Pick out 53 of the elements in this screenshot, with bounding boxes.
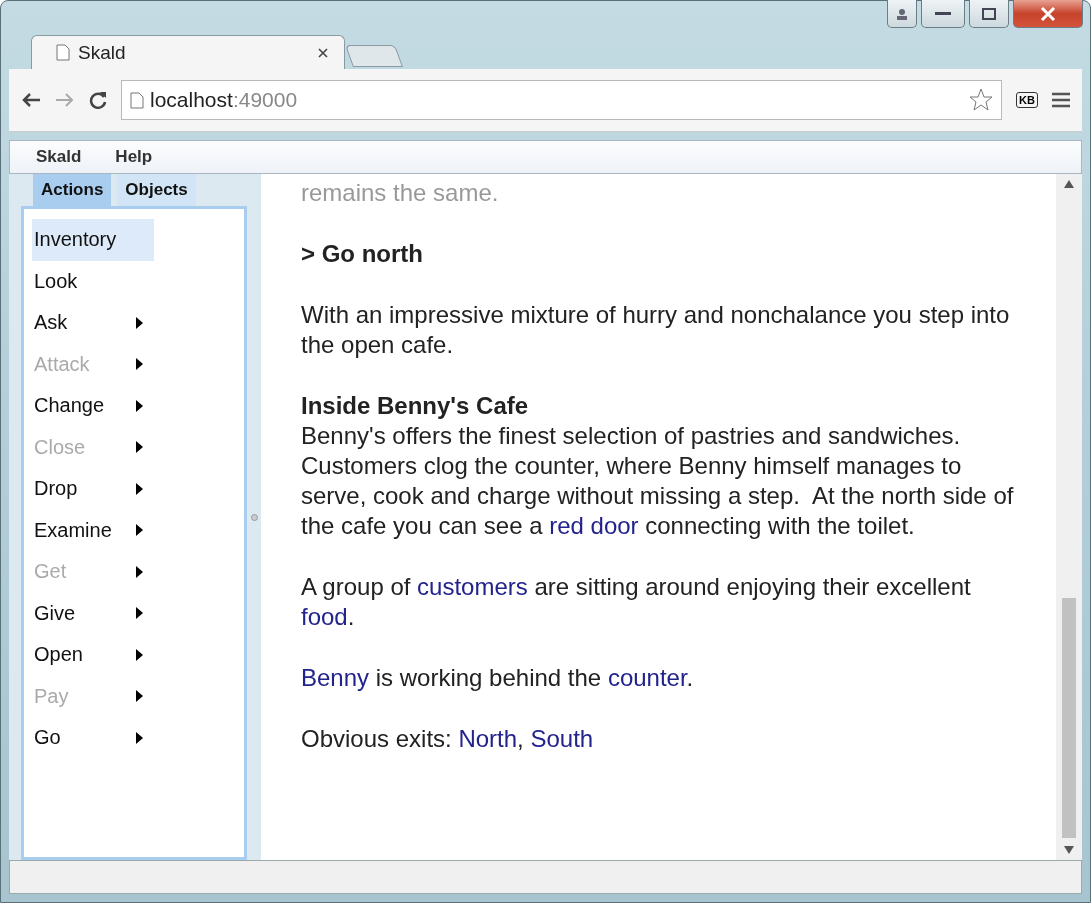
browser-tab[interactable]: Skald	[31, 35, 345, 69]
scroll-down-icon[interactable]	[1064, 846, 1074, 854]
splitter-handle-icon[interactable]	[250, 513, 258, 521]
page-icon	[130, 91, 144, 109]
maximize-button[interactable]	[969, 0, 1009, 28]
tab-title: Skald	[78, 41, 127, 64]
address-field[interactable]: localhost:49000	[121, 80, 1003, 120]
back-icon[interactable]	[21, 92, 41, 108]
url-text: localhost:49000	[150, 88, 299, 112]
scroll-up-icon[interactable]	[1064, 180, 1074, 188]
story-paragraph: Benny is working behind the counter.	[301, 663, 695, 693]
menu-item[interactable]: Help	[115, 147, 153, 167]
minimize-button[interactable]	[921, 0, 965, 28]
object-link[interactable]: Benny	[301, 664, 370, 691]
room-heading: Inside Benny's Cafe	[301, 391, 530, 421]
menu-icon[interactable]	[1052, 92, 1070, 108]
close-icon	[1040, 6, 1056, 21]
star-icon[interactable]	[969, 88, 994, 112]
action-item[interactable]: Ask	[32, 302, 154, 344]
scrollbar[interactable]	[1056, 174, 1082, 860]
action-item[interactable]: Change	[32, 385, 154, 427]
action-item[interactable]: Give	[32, 592, 154, 634]
object-link[interactable]: red door	[549, 512, 639, 539]
maximize-icon	[982, 7, 996, 20]
action-item[interactable]: Drop	[32, 468, 154, 510]
minimize-icon	[935, 12, 951, 15]
object-link[interactable]: South	[530, 725, 594, 752]
command-text: > Go north	[301, 239, 424, 269]
story-paragraph: A group of customers are sitting around enjoying their excellent food.	[301, 572, 972, 632]
story-paragraph: Obvious exits: North, South	[301, 724, 595, 754]
action-item[interactable]: Inventory	[32, 219, 154, 261]
object-link[interactable]: North	[458, 725, 518, 752]
reload-icon[interactable]	[89, 91, 107, 109]
user-icon	[896, 7, 908, 20]
object-link[interactable]: food	[301, 603, 348, 630]
close-button[interactable]	[1013, 0, 1083, 28]
action-item[interactable]: Examine	[32, 509, 154, 551]
object-link[interactable]: customers	[417, 573, 528, 600]
extension-badge[interactable]: KB	[1016, 92, 1038, 108]
panel-tab[interactable]: Objects	[117, 174, 196, 206]
story-paragraph: remains the same.	[301, 178, 500, 208]
close-icon[interactable]	[318, 47, 328, 58]
scrollbar-thumb[interactable]	[1062, 598, 1076, 838]
action-item[interactable]: Open	[32, 634, 154, 676]
panel-tab[interactable]: Actions	[33, 174, 112, 206]
user-button[interactable]	[887, 0, 917, 28]
page-icon	[56, 44, 70, 61]
action-item[interactable]: Go	[32, 717, 154, 759]
object-link[interactable]: counter	[607, 664, 687, 691]
story-paragraph: With an impressive mixture of hurry and nonchalance you step into the open cafe.	[301, 300, 1011, 360]
story-paragraph: Benny's offers the finest selection of pastries and sandwiches. Customers clog the counter, where Benny himself manages to serve, cook and charge without missing a step. At the north side of the cafe you can see a red door connecting with the toilet.	[301, 421, 1015, 541]
menu-item[interactable]: Skald	[36, 147, 82, 167]
action-item[interactable]: Look	[32, 260, 154, 302]
